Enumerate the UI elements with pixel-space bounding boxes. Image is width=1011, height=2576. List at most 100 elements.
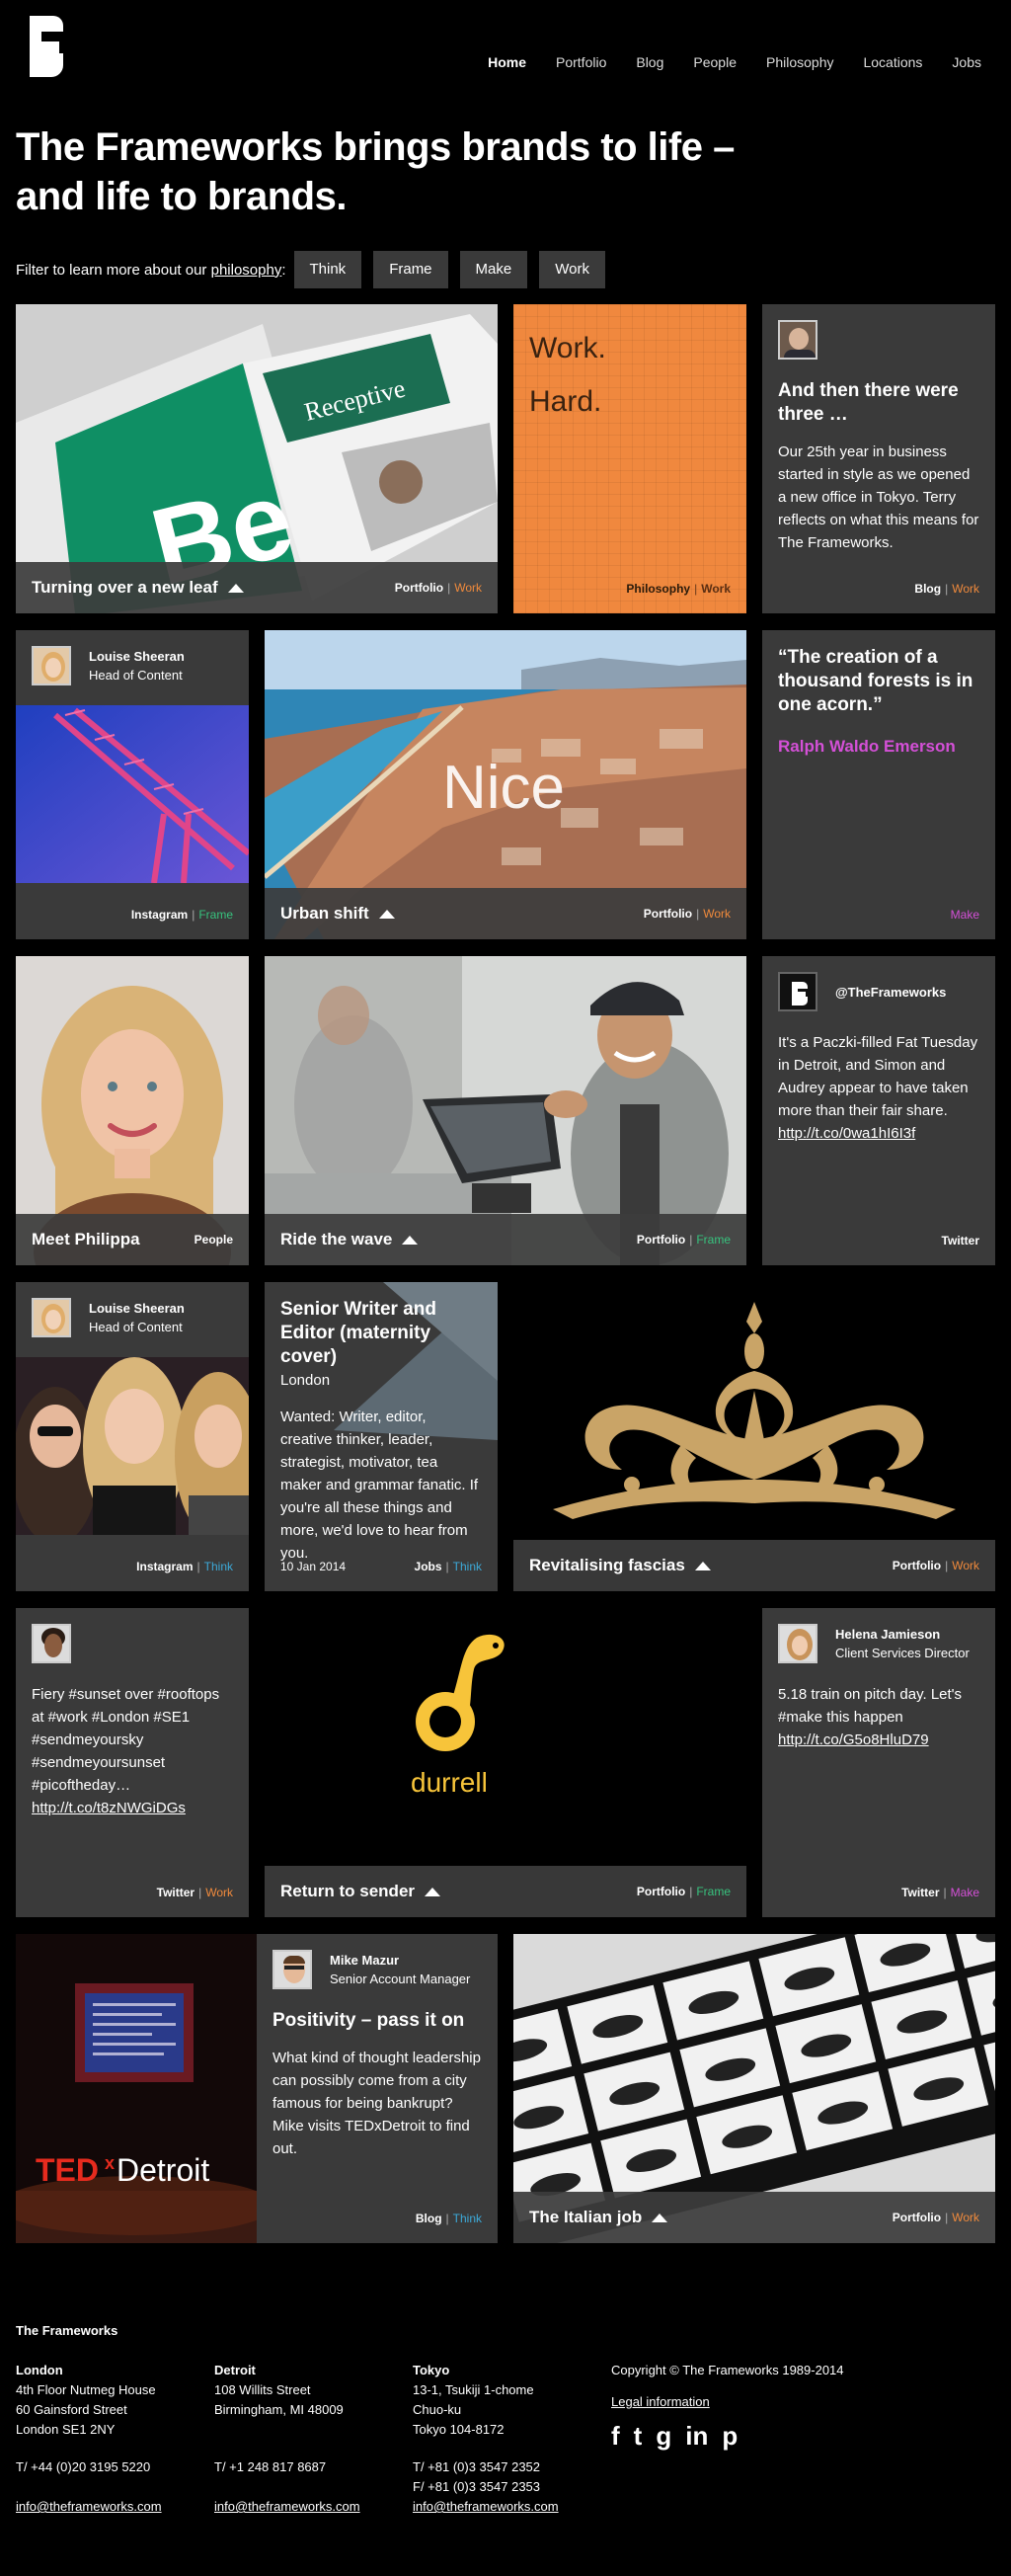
- tag-link[interactable]: Think: [204, 1560, 233, 1573]
- svg-text:TED: TED: [36, 2152, 99, 2188]
- tag-link[interactable]: Frame: [696, 1233, 731, 1247]
- twitter-icon[interactable]: t: [634, 2423, 643, 2449]
- expand-arrow-icon[interactable]: [378, 909, 395, 919]
- tile-return-to-sender[interactable]: durrell Return to sender Portfolio | Frame: [265, 1608, 746, 1917]
- tag-link[interactable]: Think: [453, 1560, 482, 1573]
- tile-quote[interactable]: “The creation of a thousand forests is i…: [762, 630, 995, 939]
- category-link[interactable]: Portfolio: [395, 581, 443, 595]
- tile-tweet-helena[interactable]: Helena Jamieson Client Services Director …: [762, 1608, 995, 1917]
- category-link[interactable]: Blog: [914, 582, 941, 596]
- tag-link[interactable]: Work: [952, 582, 979, 596]
- category-link[interactable]: Twitter: [157, 1886, 194, 1899]
- tag-link[interactable]: Think: [453, 2212, 482, 2225]
- job-date: 10 Jan 2014: [280, 1560, 347, 1573]
- tag-link[interactable]: Work: [703, 907, 731, 921]
- main-nav: Home Portfolio Blog People Philosophy Lo…: [488, 54, 981, 70]
- nav-people[interactable]: People: [693, 54, 737, 70]
- expand-arrow-icon[interactable]: [652, 2213, 668, 2222]
- job-location: London: [280, 1372, 331, 1389]
- post-excerpt: What kind of thought leadership can poss…: [272, 2050, 481, 2157]
- frameworks-logo-icon: [778, 972, 817, 1011]
- filter-frame-button[interactable]: Frame: [373, 251, 448, 288]
- quote-author: Ralph Waldo Emerson: [778, 737, 956, 756]
- expand-arrow-icon[interactable]: [402, 1235, 419, 1245]
- nav-blog[interactable]: Blog: [636, 54, 663, 70]
- filter-think-button[interactable]: Think: [293, 251, 362, 288]
- footer-tokyo: Tokyo 13-1, Tsukiji 1-chome Chuo-ku Toky…: [413, 2361, 600, 2517]
- twitter-handle[interactable]: @TheFrameworks: [835, 983, 946, 1002]
- expand-arrow-icon[interactable]: [425, 1887, 441, 1896]
- tile-job-senior-writer[interactable]: Senior Writer and Editor (maternity cove…: [265, 1282, 498, 1591]
- category-link[interactable]: Blog: [416, 2212, 442, 2225]
- tile-and-then-there-were-three[interactable]: And then there were three … Our 25th yea…: [762, 304, 995, 613]
- detroit-email-link[interactable]: info@theframeworks.com: [214, 2497, 402, 2517]
- category-link[interactable]: Portfolio: [637, 1885, 685, 1898]
- tag-link[interactable]: Work: [205, 1886, 233, 1899]
- avatar: [272, 1950, 312, 1989]
- google-plus-icon[interactable]: g: [656, 2423, 671, 2449]
- linkedin-icon[interactable]: in: [685, 2423, 708, 2449]
- tile-caption: Turning over a new leaf Portfolio | Work: [16, 562, 498, 613]
- expand-arrow-icon[interactable]: [694, 1561, 711, 1570]
- footer-legal: Copyright © The Frameworks 1989-2014 Leg…: [611, 2361, 907, 2449]
- tag-link[interactable]: Frame: [198, 908, 233, 922]
- category-link[interactable]: Portfolio: [893, 2211, 941, 2224]
- logo[interactable]: [30, 16, 63, 77]
- pinterest-icon[interactable]: p: [722, 2423, 738, 2449]
- tag-link[interactable]: Work: [952, 2211, 979, 2224]
- legal-information-link[interactable]: Legal information: [611, 2392, 907, 2412]
- category-link[interactable]: Jobs: [415, 1560, 442, 1573]
- category-link[interactable]: Twitter: [942, 1234, 979, 1248]
- tag-link[interactable]: Work: [952, 1559, 979, 1572]
- category-link[interactable]: Portfolio: [893, 1559, 941, 1572]
- tweet-link[interactable]: http://t.co/G5o8HluD79: [778, 1729, 979, 1751]
- tag-link[interactable]: Work: [454, 581, 482, 595]
- nav-portfolio[interactable]: Portfolio: [556, 54, 606, 70]
- tile-revitalising-fascias[interactable]: Revitalising fascias Portfolio | Work: [513, 1282, 995, 1591]
- tile-turning-over-a-new-leaf[interactable]: Receptive Be Turning over a new leaf Por…: [16, 304, 498, 613]
- copyright: Copyright © The Frameworks 1989-2014: [611, 2363, 844, 2377]
- nav-locations[interactable]: Locations: [863, 54, 922, 70]
- tile-instagram-louise-2[interactable]: Louise Sheeran Head of Content Instagram |…: [16, 1282, 249, 1591]
- nav-home[interactable]: Home: [488, 54, 526, 70]
- category-link[interactable]: Philosophy: [626, 582, 690, 596]
- facebook-icon[interactable]: f: [611, 2423, 620, 2449]
- category-link[interactable]: Instagram: [131, 908, 188, 922]
- tweet-link[interactable]: http://t.co/t8zNWGiDGs: [32, 1797, 233, 1819]
- tile-the-italian-job[interactable]: The Italian job Portfolio | Work: [513, 1934, 995, 2243]
- avatar: [32, 1624, 71, 1663]
- tag-link[interactable]: Make: [951, 1886, 979, 1899]
- category-link[interactable]: Portfolio: [637, 1233, 685, 1247]
- tile-tweet-frameworks[interactable]: @TheFrameworks It's a Paczki-filled Fat …: [762, 956, 995, 1265]
- expand-arrow-icon[interactable]: [227, 583, 244, 593]
- footer-london: London 4th Floor Nutmeg House 60 Gainsfo…: [16, 2361, 203, 2517]
- filter-make-button[interactable]: Make: [459, 251, 528, 288]
- tile-urban-shift[interactable]: Nice Urban shift Portfolio | Work: [265, 630, 746, 939]
- tile-instagram-louise[interactable]: Louise Sheeran Head of Content Instagram |…: [16, 630, 249, 939]
- london-email-link[interactable]: info@theframeworks.com: [16, 2497, 203, 2517]
- tag-link[interactable]: Frame: [696, 1885, 731, 1898]
- filter-work-button[interactable]: Work: [539, 251, 605, 288]
- category-link[interactable]: Twitter: [901, 1886, 939, 1899]
- tile-work-hard[interactable]: Work. Hard. Philosophy | Work: [513, 304, 746, 613]
- footer-company: The Frameworks: [16, 2323, 118, 2338]
- tile-ride-the-wave[interactable]: Ride the wave Portfolio | Frame: [265, 956, 746, 1265]
- tokyo-email-link[interactable]: info@theframeworks.com: [413, 2497, 600, 2517]
- category-link[interactable]: Portfolio: [644, 907, 692, 921]
- philosophy-filter: Filter to learn more about our philosoph…: [16, 251, 617, 288]
- tag-link[interactable]: Make: [951, 908, 979, 922]
- category-link[interactable]: Instagram: [136, 1560, 193, 1573]
- category-link[interactable]: People: [194, 1233, 233, 1247]
- tile-caption: Ride the wave Portfolio | Frame: [265, 1214, 746, 1265]
- nav-jobs[interactable]: Jobs: [952, 54, 981, 70]
- tile-tedx-image[interactable]: TED x Detroit: [16, 1934, 257, 2243]
- tweet-text: 5.18 train on pitch day. Let's #make thi…: [778, 1686, 963, 1726]
- tag-link[interactable]: Work: [701, 582, 731, 596]
- tweet-link[interactable]: http://t.co/0wa1hI6I3f: [778, 1122, 979, 1145]
- philosophy-link[interactable]: philosophy: [211, 262, 282, 279]
- tile-tweet-sunset[interactable]: Fiery #sunset over #rooftops at #work #L…: [16, 1608, 249, 1917]
- tile-meet-philippa[interactable]: Meet Philippa People: [16, 956, 249, 1265]
- nav-philosophy[interactable]: Philosophy: [766, 54, 834, 70]
- svg-text:Nice: Nice: [442, 754, 565, 822]
- tile-positivity-pass-it-on[interactable]: Mike Mazur Senior Account Manager Positiv…: [257, 1934, 498, 2243]
